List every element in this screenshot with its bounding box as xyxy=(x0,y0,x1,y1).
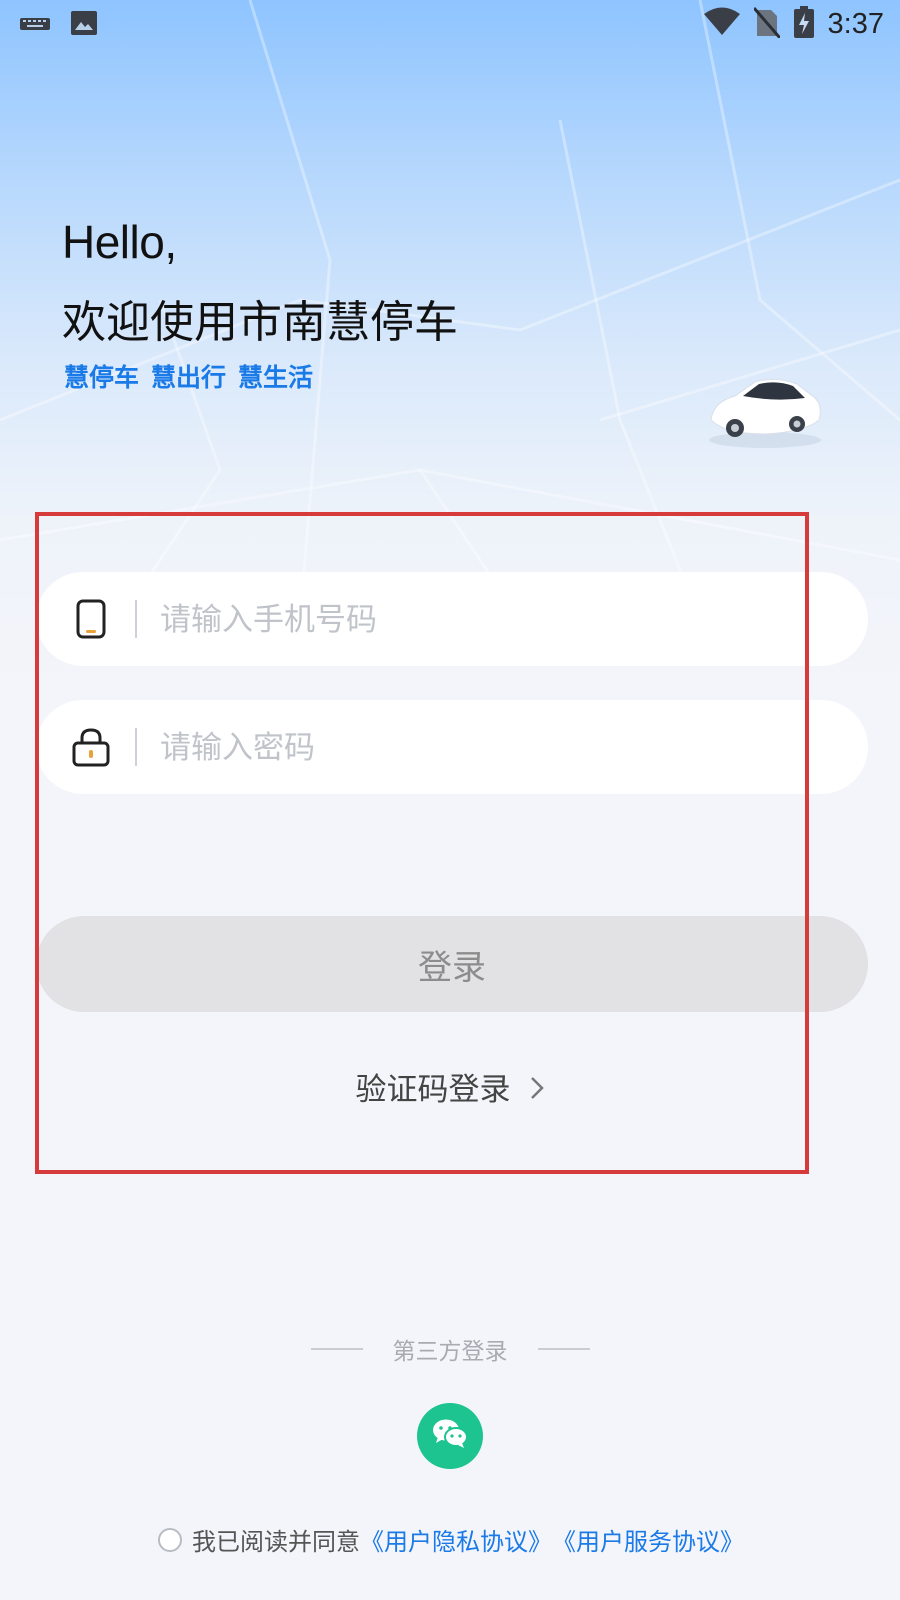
hello-heading: Hello, xyxy=(62,216,177,268)
lock-icon xyxy=(72,727,110,767)
welcome-title: 欢迎使用市南慧停车 xyxy=(62,297,458,348)
tag-life: 慧生活 xyxy=(238,363,314,392)
wechat-login-button[interactable] xyxy=(417,1403,483,1469)
privacy-policy-link[interactable]: 《用户隐私协议》 xyxy=(360,1522,552,1557)
login-button[interactable]: 登录 xyxy=(36,916,868,1012)
agreement-checkbox[interactable] xyxy=(158,1527,182,1552)
wechat-icon xyxy=(431,1418,469,1454)
field-divider xyxy=(135,728,137,766)
agreement-row: 我已阅读并同意 《用户隐私协议》 《用户服务协议》 xyxy=(158,1522,744,1557)
feature-tags: 慧停车 慧出行 慧生活 xyxy=(64,358,313,394)
agreement-text: 我已阅读并同意 xyxy=(192,1528,360,1556)
phone-input[interactable] xyxy=(158,594,822,646)
field-divider xyxy=(135,600,137,638)
divider-line xyxy=(310,1348,363,1350)
image-icon xyxy=(70,10,98,40)
tag-travel: 慧出行 xyxy=(151,363,227,392)
wifi-icon xyxy=(703,7,740,41)
status-bar: 3:37 xyxy=(0,0,900,50)
divider-line xyxy=(537,1348,590,1350)
service-agreement-link[interactable]: 《用户服务协议》 xyxy=(552,1522,744,1557)
tag-parking: 慧停车 xyxy=(64,363,140,392)
battery-charging-icon xyxy=(793,6,814,42)
third-party-divider: 第三方登录 xyxy=(0,1332,900,1366)
code-login-label: 验证码登录 xyxy=(355,1072,511,1108)
clock-time: 3:37 xyxy=(827,7,884,40)
no-sim-icon xyxy=(752,6,781,42)
keyboard-icon xyxy=(20,14,50,36)
phone-icon xyxy=(72,599,110,639)
car-illustration xyxy=(705,372,825,456)
password-field[interactable] xyxy=(36,700,868,794)
phone-field[interactable] xyxy=(36,572,868,666)
code-login-link[interactable]: 验证码登录 xyxy=(0,1064,900,1110)
chevron-right-icon xyxy=(529,1074,545,1110)
password-input[interactable] xyxy=(158,722,822,774)
third-party-label: 第三方登录 xyxy=(392,1339,508,1365)
